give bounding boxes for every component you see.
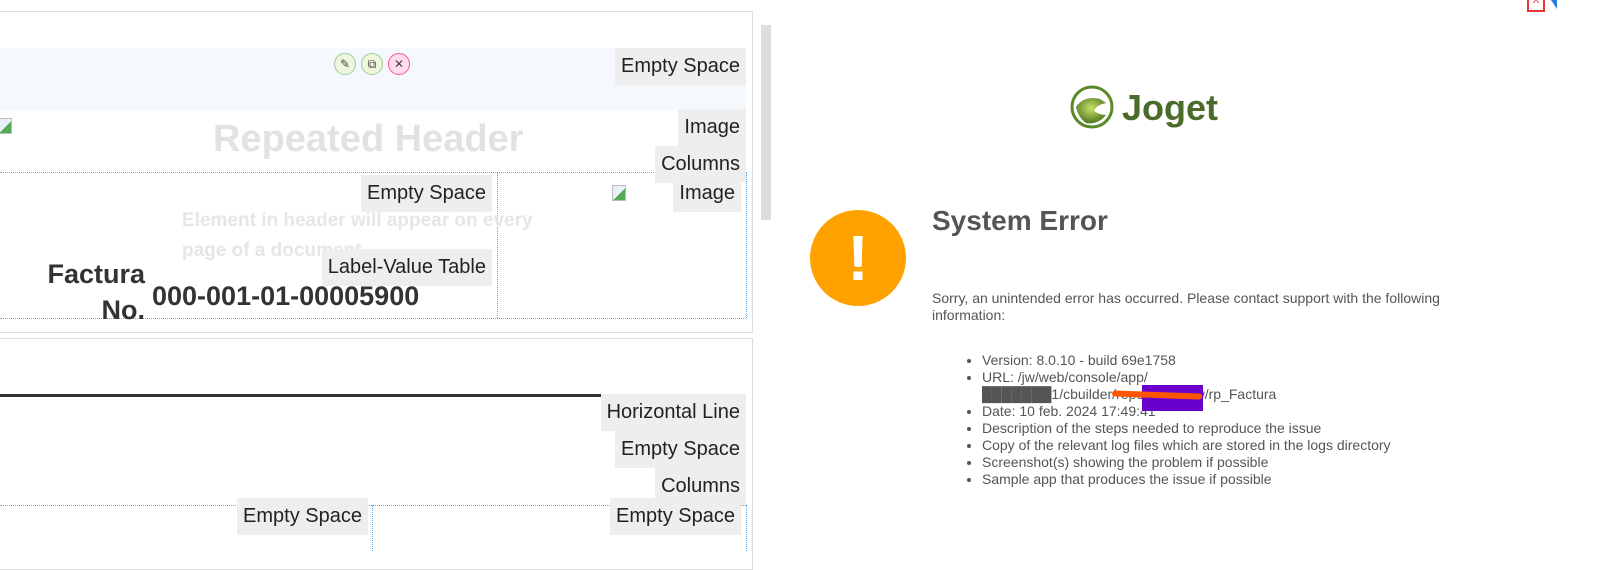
tag-image[interactable]: Image [673, 175, 741, 212]
info-item: Screenshot(s) showing the problem if pos… [982, 454, 1462, 471]
tag-empty-space[interactable]: Empty Space [615, 48, 746, 85]
scrollbar-thumb[interactable] [761, 25, 771, 220]
factura-label: Factura No. [47, 259, 145, 325]
info-url: URL: /jw/web/console/app/███████1/cbuild… [982, 369, 1442, 403]
column-divider [746, 172, 747, 318]
error-info-list: Version: 8.0.10 - build 69e1758 URL: /jw… [964, 352, 1462, 488]
delete-button[interactable]: ✕ [388, 53, 410, 75]
tag-image[interactable]: Image [678, 109, 746, 146]
info-version: Version: 8.0.10 - build 69e1758 [982, 352, 1462, 369]
tag-label-value-table[interactable]: Label-Value Table [321, 249, 492, 286]
info-item: Copy of the relevant log files which are… [982, 437, 1462, 454]
pdf-icon[interactable]: ⅄ [1527, 0, 1545, 12]
info-item: Description of the steps needed to repro… [982, 420, 1462, 437]
tag-empty-space[interactable]: Empty Space [361, 175, 492, 212]
column-divider [372, 505, 373, 551]
broken-image-icon [612, 185, 626, 201]
tag-empty-space[interactable]: Empty Space [610, 498, 741, 535]
error-title: System Error [932, 205, 1108, 236]
broken-image-icon [0, 118, 12, 134]
corner-icon [1551, 0, 1557, 9]
tag-empty-space[interactable]: Empty Space [615, 431, 746, 468]
edit-button[interactable]: ✎ [334, 53, 356, 75]
column-divider [746, 505, 747, 551]
repeated-header-title: Repeated Header [213, 118, 524, 160]
joget-logo-icon [1070, 85, 1114, 129]
error-message: Sorry, an unintended error has occurred.… [932, 290, 1440, 323]
copy-button[interactable]: ⧉ [361, 53, 383, 75]
info-date: Date: 10 feb. 2024 17:49:41 [982, 403, 1462, 420]
tag-empty-space[interactable]: Empty Space [237, 498, 368, 535]
columns-border [0, 172, 746, 173]
tag-horizontal-line[interactable]: Horizontal Line [600, 394, 746, 431]
error-icon: ! [810, 210, 906, 306]
info-item: Sample app that produces the issue if po… [982, 471, 1462, 488]
horizontal-line [0, 394, 604, 397]
joget-logo-text: Joget [1122, 87, 1219, 128]
